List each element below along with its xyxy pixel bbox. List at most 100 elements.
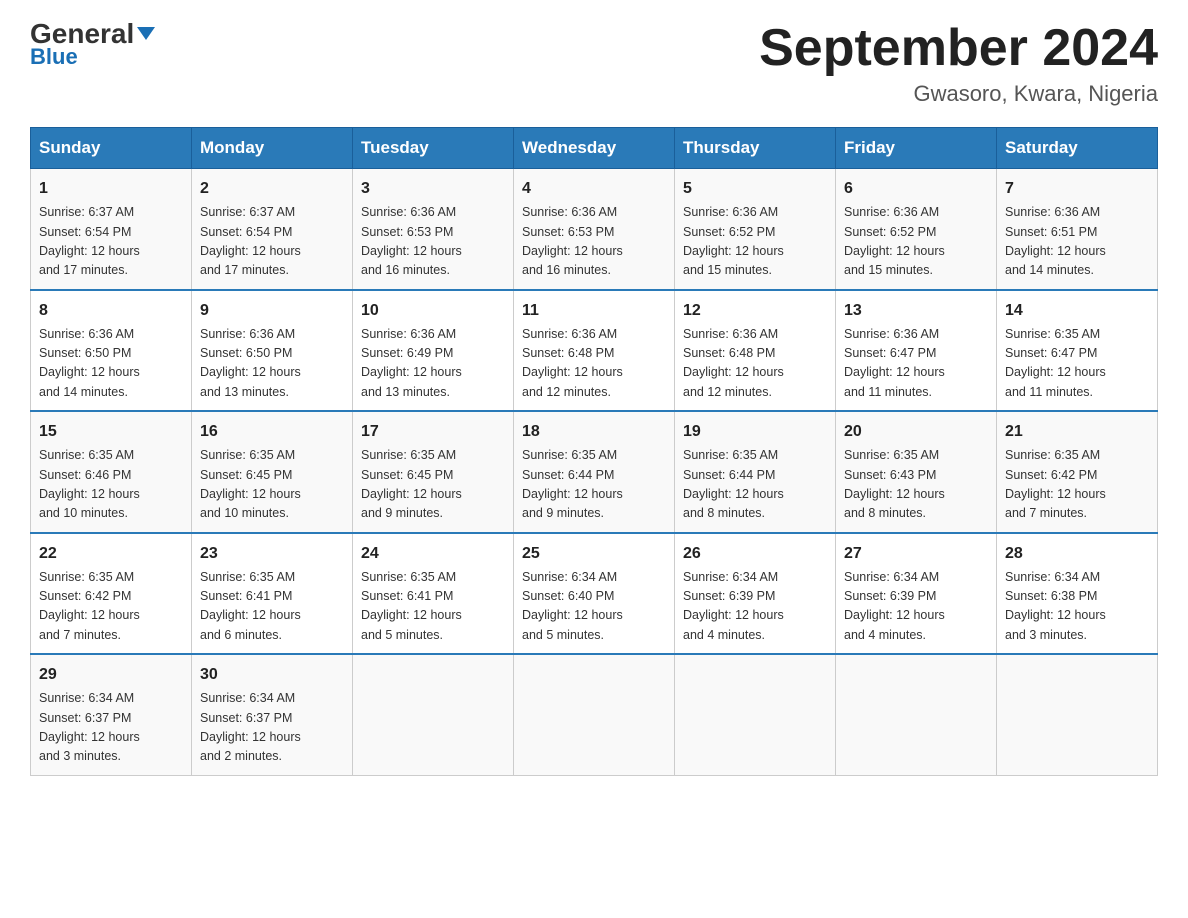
title-area: September 2024 Gwasoro, Kwara, Nigeria xyxy=(759,20,1158,107)
calendar-cell: 9Sunrise: 6:36 AMSunset: 6:50 PMDaylight… xyxy=(192,290,353,412)
calendar-week-row: 29Sunrise: 6:34 AMSunset: 6:37 PMDayligh… xyxy=(31,654,1158,775)
day-info: Sunrise: 6:35 AMSunset: 6:42 PMDaylight:… xyxy=(1005,446,1149,524)
day-info: Sunrise: 6:34 AMSunset: 6:39 PMDaylight:… xyxy=(683,568,827,646)
day-number: 3 xyxy=(361,177,505,201)
day-info: Sunrise: 6:34 AMSunset: 6:37 PMDaylight:… xyxy=(200,689,344,767)
calendar-cell: 5Sunrise: 6:36 AMSunset: 6:52 PMDaylight… xyxy=(675,169,836,290)
page-title: September 2024 xyxy=(759,20,1158,77)
calendar-cell: 6Sunrise: 6:36 AMSunset: 6:52 PMDaylight… xyxy=(836,169,997,290)
calendar-cell: 7Sunrise: 6:36 AMSunset: 6:51 PMDaylight… xyxy=(997,169,1158,290)
day-info: Sunrise: 6:35 AMSunset: 6:42 PMDaylight:… xyxy=(39,568,183,646)
day-info: Sunrise: 6:37 AMSunset: 6:54 PMDaylight:… xyxy=(39,203,183,281)
day-number: 17 xyxy=(361,420,505,444)
day-number: 13 xyxy=(844,299,988,323)
day-number: 25 xyxy=(522,542,666,566)
day-number: 1 xyxy=(39,177,183,201)
day-number: 20 xyxy=(844,420,988,444)
calendar-cell: 24Sunrise: 6:35 AMSunset: 6:41 PMDayligh… xyxy=(353,533,514,655)
day-info: Sunrise: 6:34 AMSunset: 6:40 PMDaylight:… xyxy=(522,568,666,646)
day-number: 16 xyxy=(200,420,344,444)
logo: General Blue xyxy=(30,20,155,70)
day-number: 27 xyxy=(844,542,988,566)
calendar-cell: 15Sunrise: 6:35 AMSunset: 6:46 PMDayligh… xyxy=(31,411,192,533)
day-number: 22 xyxy=(39,542,183,566)
day-number: 23 xyxy=(200,542,344,566)
calendar-week-row: 1Sunrise: 6:37 AMSunset: 6:54 PMDaylight… xyxy=(31,169,1158,290)
calendar-cell: 3Sunrise: 6:36 AMSunset: 6:53 PMDaylight… xyxy=(353,169,514,290)
calendar-cell: 28Sunrise: 6:34 AMSunset: 6:38 PMDayligh… xyxy=(997,533,1158,655)
day-info: Sunrise: 6:34 AMSunset: 6:37 PMDaylight:… xyxy=(39,689,183,767)
calendar-cell: 12Sunrise: 6:36 AMSunset: 6:48 PMDayligh… xyxy=(675,290,836,412)
day-info: Sunrise: 6:34 AMSunset: 6:38 PMDaylight:… xyxy=(1005,568,1149,646)
day-info: Sunrise: 6:35 AMSunset: 6:43 PMDaylight:… xyxy=(844,446,988,524)
day-number: 26 xyxy=(683,542,827,566)
day-number: 7 xyxy=(1005,177,1149,201)
day-number: 4 xyxy=(522,177,666,201)
calendar-cell xyxy=(836,654,997,775)
calendar-cell: 21Sunrise: 6:35 AMSunset: 6:42 PMDayligh… xyxy=(997,411,1158,533)
header-sunday: Sunday xyxy=(31,128,192,169)
day-info: Sunrise: 6:36 AMSunset: 6:53 PMDaylight:… xyxy=(361,203,505,281)
calendar-cell: 22Sunrise: 6:35 AMSunset: 6:42 PMDayligh… xyxy=(31,533,192,655)
calendar-cell xyxy=(514,654,675,775)
day-info: Sunrise: 6:36 AMSunset: 6:50 PMDaylight:… xyxy=(200,325,344,403)
page-subtitle: Gwasoro, Kwara, Nigeria xyxy=(759,81,1158,107)
day-info: Sunrise: 6:36 AMSunset: 6:52 PMDaylight:… xyxy=(844,203,988,281)
day-info: Sunrise: 6:35 AMSunset: 6:41 PMDaylight:… xyxy=(200,568,344,646)
day-number: 14 xyxy=(1005,299,1149,323)
logo-arrow-icon xyxy=(137,27,155,40)
day-number: 21 xyxy=(1005,420,1149,444)
day-info: Sunrise: 6:34 AMSunset: 6:39 PMDaylight:… xyxy=(844,568,988,646)
logo-text-line2: Blue xyxy=(30,44,78,70)
day-info: Sunrise: 6:36 AMSunset: 6:52 PMDaylight:… xyxy=(683,203,827,281)
calendar-cell: 14Sunrise: 6:35 AMSunset: 6:47 PMDayligh… xyxy=(997,290,1158,412)
day-number: 19 xyxy=(683,420,827,444)
day-number: 8 xyxy=(39,299,183,323)
calendar-cell: 10Sunrise: 6:36 AMSunset: 6:49 PMDayligh… xyxy=(353,290,514,412)
day-info: Sunrise: 6:35 AMSunset: 6:47 PMDaylight:… xyxy=(1005,325,1149,403)
calendar-cell xyxy=(353,654,514,775)
day-info: Sunrise: 6:36 AMSunset: 6:53 PMDaylight:… xyxy=(522,203,666,281)
calendar-cell: 30Sunrise: 6:34 AMSunset: 6:37 PMDayligh… xyxy=(192,654,353,775)
day-info: Sunrise: 6:35 AMSunset: 6:44 PMDaylight:… xyxy=(522,446,666,524)
calendar-cell: 19Sunrise: 6:35 AMSunset: 6:44 PMDayligh… xyxy=(675,411,836,533)
calendar-cell xyxy=(997,654,1158,775)
day-number: 2 xyxy=(200,177,344,201)
calendar-cell: 18Sunrise: 6:35 AMSunset: 6:44 PMDayligh… xyxy=(514,411,675,533)
calendar-cell: 27Sunrise: 6:34 AMSunset: 6:39 PMDayligh… xyxy=(836,533,997,655)
calendar-cell: 29Sunrise: 6:34 AMSunset: 6:37 PMDayligh… xyxy=(31,654,192,775)
day-info: Sunrise: 6:35 AMSunset: 6:45 PMDaylight:… xyxy=(361,446,505,524)
day-info: Sunrise: 6:36 AMSunset: 6:51 PMDaylight:… xyxy=(1005,203,1149,281)
day-info: Sunrise: 6:36 AMSunset: 6:47 PMDaylight:… xyxy=(844,325,988,403)
calendar-cell: 17Sunrise: 6:35 AMSunset: 6:45 PMDayligh… xyxy=(353,411,514,533)
header-tuesday: Tuesday xyxy=(353,128,514,169)
header-wednesday: Wednesday xyxy=(514,128,675,169)
calendar-cell: 25Sunrise: 6:34 AMSunset: 6:40 PMDayligh… xyxy=(514,533,675,655)
day-info: Sunrise: 6:35 AMSunset: 6:41 PMDaylight:… xyxy=(361,568,505,646)
day-number: 9 xyxy=(200,299,344,323)
day-number: 30 xyxy=(200,663,344,687)
page-header: General Blue September 2024 Gwasoro, Kwa… xyxy=(30,20,1158,107)
day-number: 12 xyxy=(683,299,827,323)
calendar-cell: 8Sunrise: 6:36 AMSunset: 6:50 PMDaylight… xyxy=(31,290,192,412)
calendar-cell: 1Sunrise: 6:37 AMSunset: 6:54 PMDaylight… xyxy=(31,169,192,290)
calendar-week-row: 8Sunrise: 6:36 AMSunset: 6:50 PMDaylight… xyxy=(31,290,1158,412)
day-number: 10 xyxy=(361,299,505,323)
day-number: 28 xyxy=(1005,542,1149,566)
day-info: Sunrise: 6:35 AMSunset: 6:44 PMDaylight:… xyxy=(683,446,827,524)
header-saturday: Saturday xyxy=(997,128,1158,169)
calendar-cell xyxy=(675,654,836,775)
calendar-header-row: SundayMondayTuesdayWednesdayThursdayFrid… xyxy=(31,128,1158,169)
calendar-table: SundayMondayTuesdayWednesdayThursdayFrid… xyxy=(30,127,1158,776)
day-number: 15 xyxy=(39,420,183,444)
day-info: Sunrise: 6:36 AMSunset: 6:50 PMDaylight:… xyxy=(39,325,183,403)
day-info: Sunrise: 6:35 AMSunset: 6:46 PMDaylight:… xyxy=(39,446,183,524)
day-number: 6 xyxy=(844,177,988,201)
calendar-cell: 20Sunrise: 6:35 AMSunset: 6:43 PMDayligh… xyxy=(836,411,997,533)
header-monday: Monday xyxy=(192,128,353,169)
calendar-cell: 23Sunrise: 6:35 AMSunset: 6:41 PMDayligh… xyxy=(192,533,353,655)
calendar-week-row: 15Sunrise: 6:35 AMSunset: 6:46 PMDayligh… xyxy=(31,411,1158,533)
day-info: Sunrise: 6:36 AMSunset: 6:49 PMDaylight:… xyxy=(361,325,505,403)
day-info: Sunrise: 6:36 AMSunset: 6:48 PMDaylight:… xyxy=(683,325,827,403)
day-number: 24 xyxy=(361,542,505,566)
